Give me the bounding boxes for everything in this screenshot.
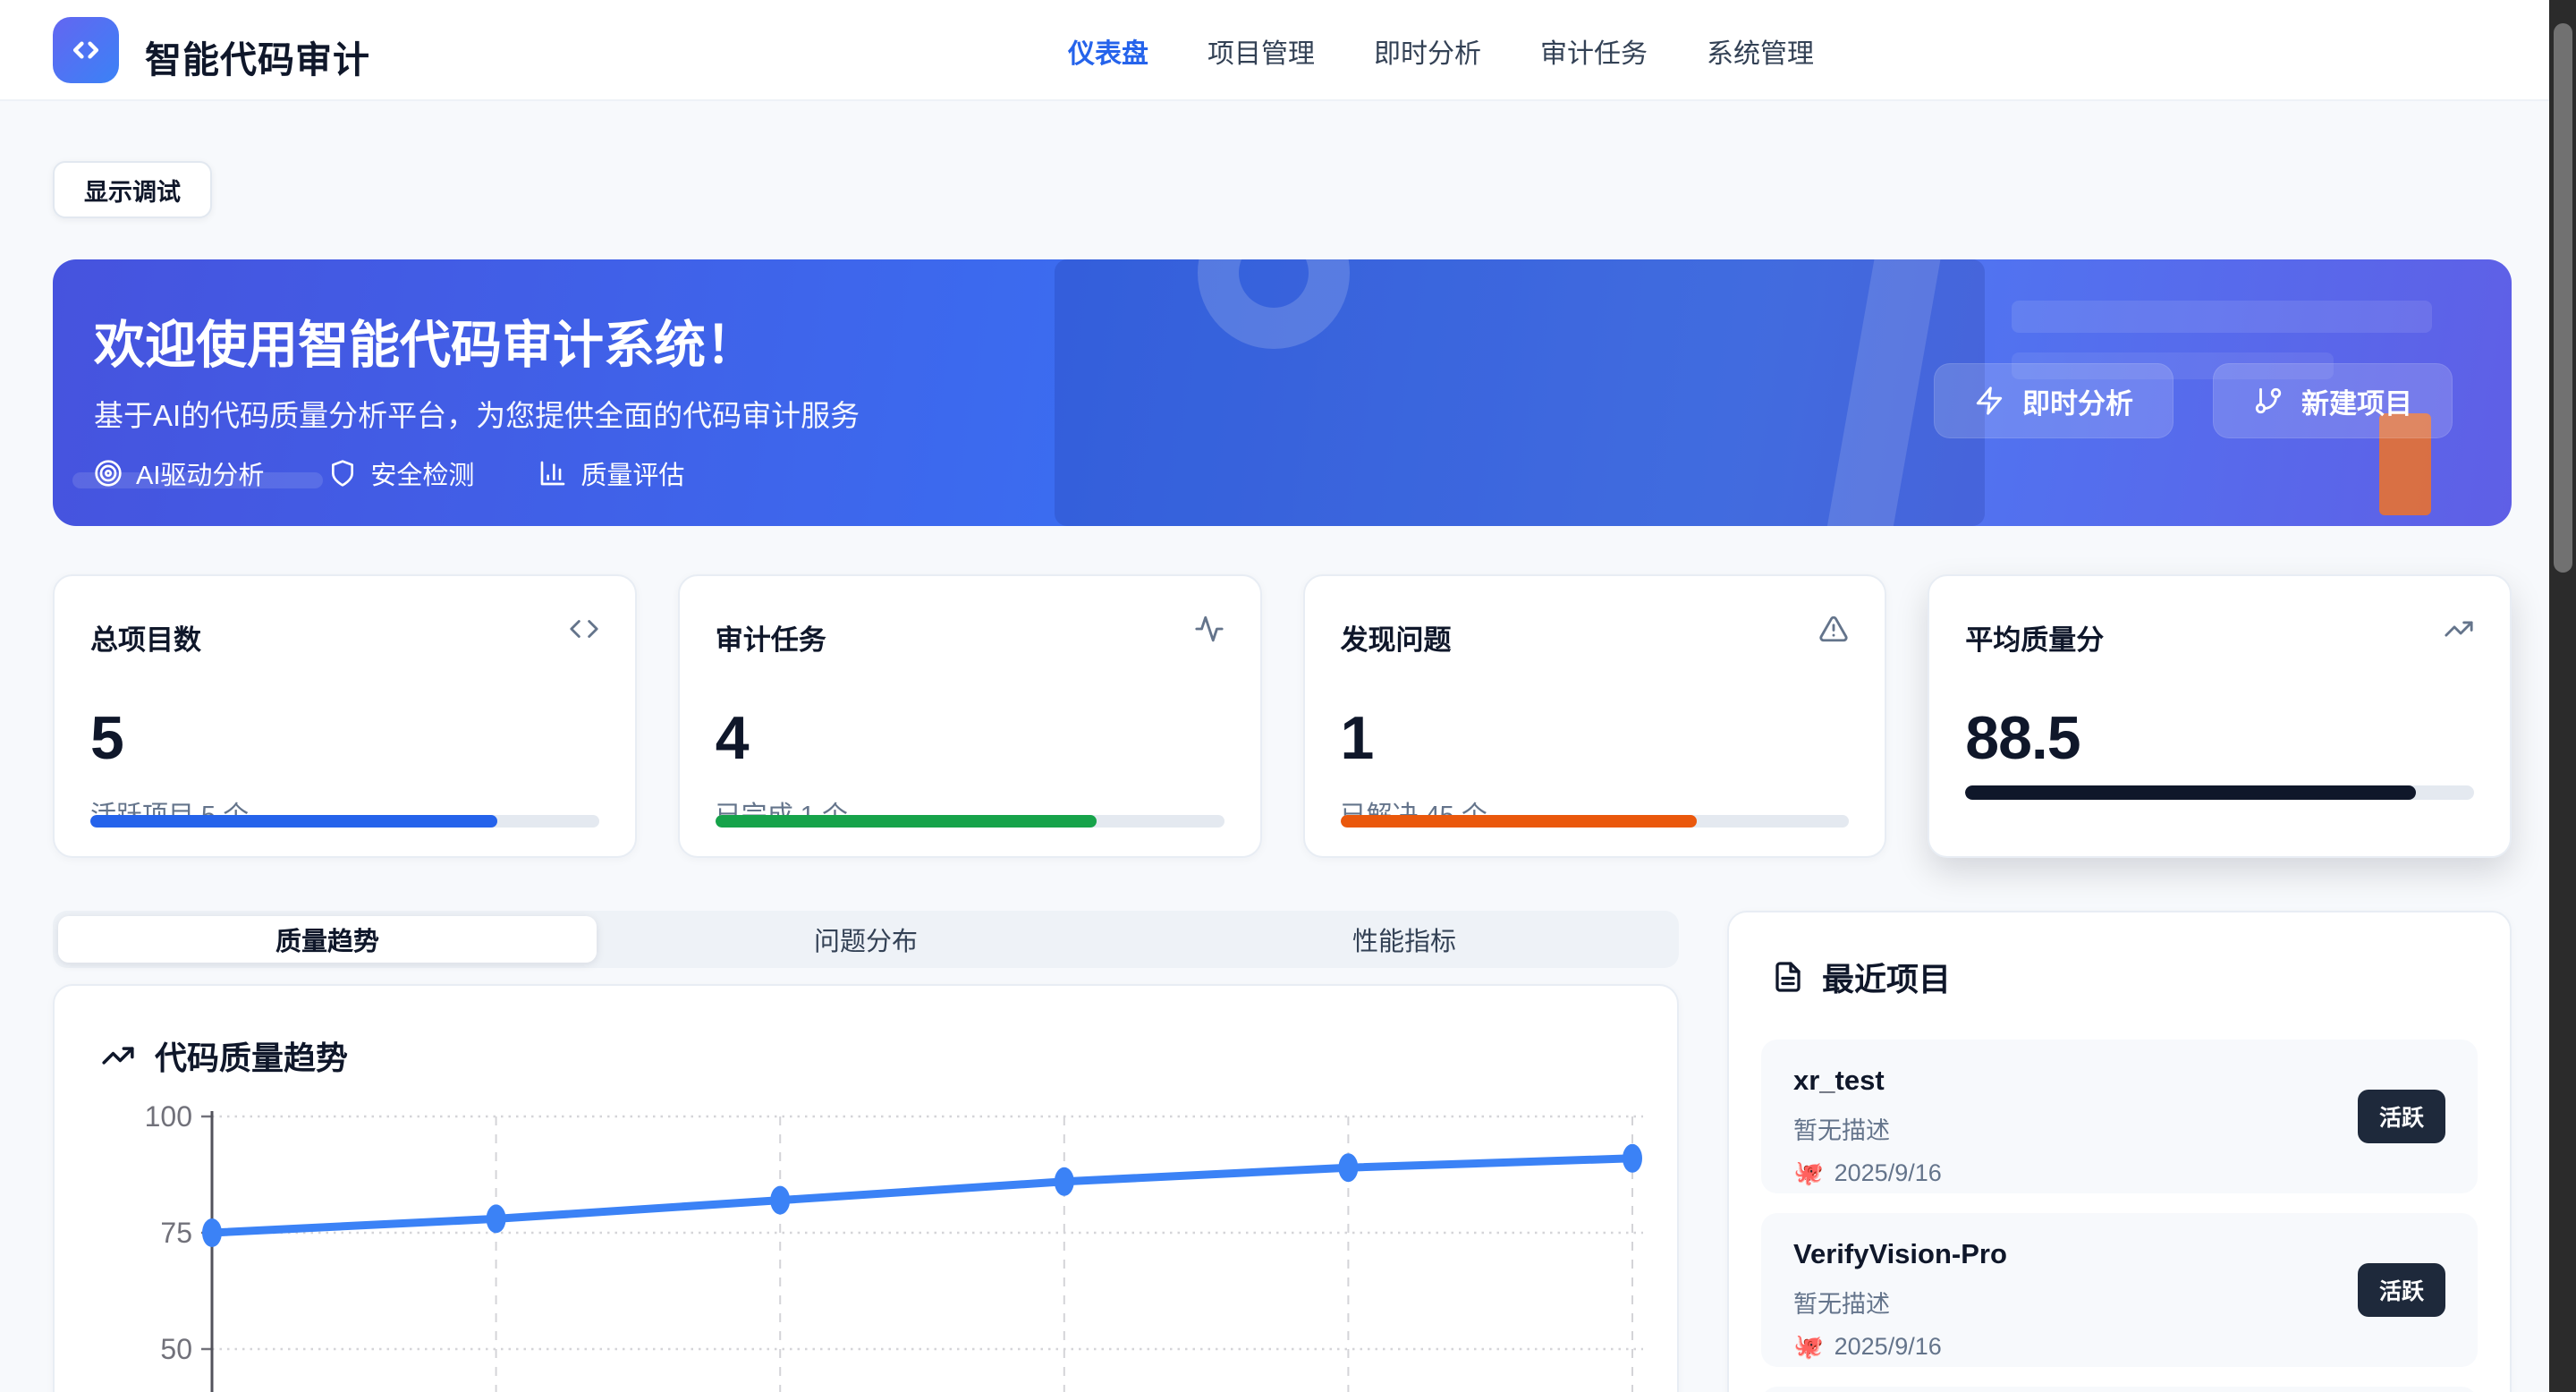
project-list: xr_test 暂无描述 🐙 2025/9/16 活跃 VerifyVision… bbox=[1761, 1040, 2478, 1392]
banner-title: 欢迎使用智能代码审计系统！ bbox=[94, 304, 757, 378]
chart-title: 代码质量趋势 bbox=[155, 1032, 348, 1079]
banner-subtitle: 基于AI的代码质量分析平台，为您提供全面的代码审计服务 bbox=[94, 392, 860, 435]
list-item[interactable]: xr_test 暂无描述 🐙 2025/9/16 活跃 bbox=[1761, 1040, 2478, 1193]
git-branch-icon bbox=[2253, 386, 2284, 416]
quality-trend-line-chart: 100 75 50 bbox=[80, 1104, 1654, 1392]
stat-value: 1 bbox=[1341, 703, 1374, 773]
activity-icon bbox=[1194, 614, 1224, 644]
stat-card-issues-found: 发现问题 1 已解决 45 个 bbox=[1303, 574, 1887, 858]
target-icon bbox=[94, 459, 123, 488]
banner-decor-line bbox=[2012, 301, 2432, 333]
banner-decor-streak bbox=[1826, 259, 1942, 526]
stat-title: 平均质量分 bbox=[1965, 617, 2104, 658]
shield-icon bbox=[328, 459, 357, 488]
stat-progress-track bbox=[1965, 785, 2474, 800]
alert-triangle-icon bbox=[1818, 614, 1849, 644]
nav-item-instant-analysis[interactable]: 即时分析 bbox=[1374, 31, 1481, 71]
instant-analysis-button[interactable]: 即时分析 bbox=[1934, 363, 2174, 438]
stat-value: 5 bbox=[90, 703, 123, 773]
stat-progress-fill bbox=[90, 815, 497, 828]
trending-up-icon bbox=[101, 1039, 135, 1073]
feature-label: AI驱动分析 bbox=[136, 454, 264, 492]
feature-ai-analysis: AI驱动分析 bbox=[94, 454, 264, 492]
code-brackets-icon bbox=[66, 30, 106, 70]
banner-decor-panel bbox=[1055, 259, 1985, 526]
chart-tabs: 质量趋势 问题分布 性能指标 bbox=[53, 911, 1679, 968]
list-item-partial[interactable] bbox=[1761, 1387, 2478, 1392]
button-label: 新建项目 bbox=[2301, 381, 2412, 421]
stat-card-total-projects: 总项目数 5 活跃项目 5 个 bbox=[53, 574, 637, 858]
main-nav: 仪表盘 项目管理 即时分析 审计任务 系统管理 bbox=[1068, 0, 1814, 101]
page-scrollbar-track[interactable] bbox=[2549, 0, 2576, 1392]
nav-item-audit-tasks[interactable]: 审计任务 bbox=[1540, 31, 1648, 71]
svg-text:50: 50 bbox=[160, 1333, 192, 1365]
feature-quality: 质量评估 bbox=[538, 454, 684, 492]
button-label: 即时分析 bbox=[2022, 381, 2133, 421]
stat-value: 4 bbox=[716, 703, 749, 773]
code-icon bbox=[569, 614, 599, 644]
app-title: 智能代码审计 bbox=[145, 30, 370, 83]
quality-trend-chart-card: 代码质量趋势 100 75 50 bbox=[53, 984, 1679, 1392]
feature-security: 安全检测 bbox=[328, 454, 474, 492]
octopus-emoji-icon: 🐙 bbox=[1793, 1332, 1824, 1361]
tab-quality-trend[interactable]: 质量趋势 bbox=[58, 916, 597, 963]
project-description: 暂无描述 bbox=[1793, 1285, 2445, 1320]
bar-chart-icon bbox=[538, 459, 567, 488]
new-project-button[interactable]: 新建项目 bbox=[2213, 363, 2453, 438]
banner-features: AI驱动分析 安全检测 质量评估 bbox=[94, 454, 684, 492]
stat-progress-track bbox=[1341, 815, 1850, 828]
page-scrollbar-thumb[interactable] bbox=[2554, 23, 2572, 573]
stat-progress-track bbox=[716, 815, 1224, 828]
banner-actions: 即时分析 新建项目 bbox=[1934, 363, 2453, 438]
svg-text:75: 75 bbox=[160, 1217, 192, 1249]
status-badge: 活跃 bbox=[2358, 1090, 2445, 1143]
project-description: 暂无描述 bbox=[1793, 1111, 2445, 1146]
project-name: VerifyVision-Pro bbox=[1793, 1238, 2445, 1270]
stat-card-audit-tasks: 审计任务 4 已完成 1 个 bbox=[678, 574, 1262, 858]
stat-title: 审计任务 bbox=[716, 617, 826, 658]
stat-progress-fill bbox=[1341, 815, 1697, 828]
octopus-emoji-icon: 🐙 bbox=[1793, 1159, 1824, 1187]
tab-performance-metrics[interactable]: 性能指标 bbox=[1135, 916, 1674, 963]
tab-issue-distribution[interactable]: 问题分布 bbox=[597, 916, 1135, 963]
app-logo bbox=[53, 17, 119, 83]
project-date: 2025/9/16 bbox=[1835, 1333, 1942, 1361]
feature-label: 质量评估 bbox=[580, 454, 684, 492]
stat-cards-row: 总项目数 5 活跃项目 5 个 审计任务 4 已完成 1 个 发现问题 1 bbox=[53, 574, 2512, 858]
status-badge: 活跃 bbox=[2358, 1263, 2445, 1317]
project-date-row: 🐙 2025/9/16 bbox=[1793, 1159, 2445, 1187]
chart-header: 代码质量趋势 bbox=[101, 1032, 348, 1079]
recent-projects-card: 最近项目 xr_test 暂无描述 🐙 2025/9/16 活跃 VerifyV… bbox=[1727, 911, 2512, 1392]
svg-text:100: 100 bbox=[145, 1104, 192, 1133]
list-item[interactable]: VerifyVision-Pro 暂无描述 🐙 2025/9/16 活跃 bbox=[1761, 1213, 2478, 1367]
stat-progress-fill bbox=[1965, 785, 2415, 800]
zap-icon bbox=[1974, 386, 2004, 416]
show-debug-button[interactable]: 显示调试 bbox=[53, 161, 212, 218]
stat-value: 88.5 bbox=[1965, 703, 2080, 773]
nav-item-dashboard[interactable]: 仪表盘 bbox=[1068, 31, 1148, 71]
trending-up-icon bbox=[2444, 614, 2474, 644]
stat-progress-track bbox=[90, 815, 599, 828]
recent-projects-header: 最近项目 bbox=[1772, 954, 1951, 1000]
nav-item-system-admin[interactable]: 系统管理 bbox=[1707, 31, 1814, 71]
stat-card-avg-quality-score: 平均质量分 88.5 bbox=[1928, 574, 2512, 858]
stat-progress-fill bbox=[716, 815, 1097, 828]
project-date-row: 🐙 2025/9/16 bbox=[1793, 1332, 2445, 1361]
feature-label: 安全检测 bbox=[370, 454, 474, 492]
stat-title: 发现问题 bbox=[1341, 617, 1452, 658]
file-text-icon bbox=[1772, 961, 1804, 993]
stat-title: 总项目数 bbox=[90, 617, 201, 658]
recent-projects-title: 最近项目 bbox=[1822, 954, 1951, 1000]
banner-decor-donut bbox=[1198, 259, 1350, 349]
app-header: 智能代码审计 仪表盘 项目管理 即时分析 审计任务 系统管理 bbox=[0, 0, 2576, 101]
welcome-banner: 欢迎使用智能代码审计系统！ 基于AI的代码质量分析平台，为您提供全面的代码审计服… bbox=[53, 259, 2512, 526]
nav-item-projects[interactable]: 项目管理 bbox=[1208, 31, 1315, 71]
project-name: xr_test bbox=[1793, 1065, 2445, 1097]
project-date: 2025/9/16 bbox=[1835, 1159, 1942, 1187]
